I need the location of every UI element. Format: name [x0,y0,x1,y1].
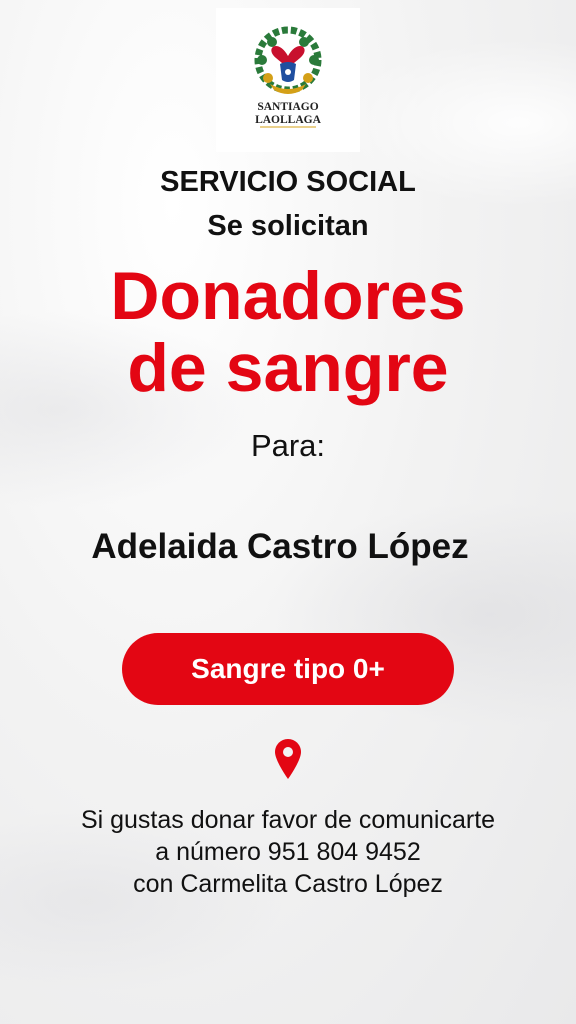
contact-line1: Si gustas donar favor de comunicarte [80,806,496,834]
headline-line2: de sangre [127,330,449,406]
contact-line3: con Carmelita Castro López [133,870,443,898]
blood-type-label: Sangre tipo 0+ [191,653,385,684]
logo: SANTIAGO LAOLLAGA [216,8,360,152]
blood-type-button[interactable]: Sangre tipo 0+ [122,633,454,705]
logo-text-line2: LAOLLAGA [255,114,322,126]
header-service: SERVICIO SOCIAL [160,166,416,198]
headline-line1: Donadores [110,258,466,334]
recipient-name: Adelaida Castro López [91,527,469,566]
logo-emblem-icon [254,26,322,94]
recipient-prefix: Para: [250,428,326,463]
header-request: Se solicitan [207,210,369,242]
logo-text-line1: SANTIAGO [257,101,318,113]
contact-line2: a número 951 804 9452 [155,838,421,866]
map-pin-icon [275,739,301,784]
